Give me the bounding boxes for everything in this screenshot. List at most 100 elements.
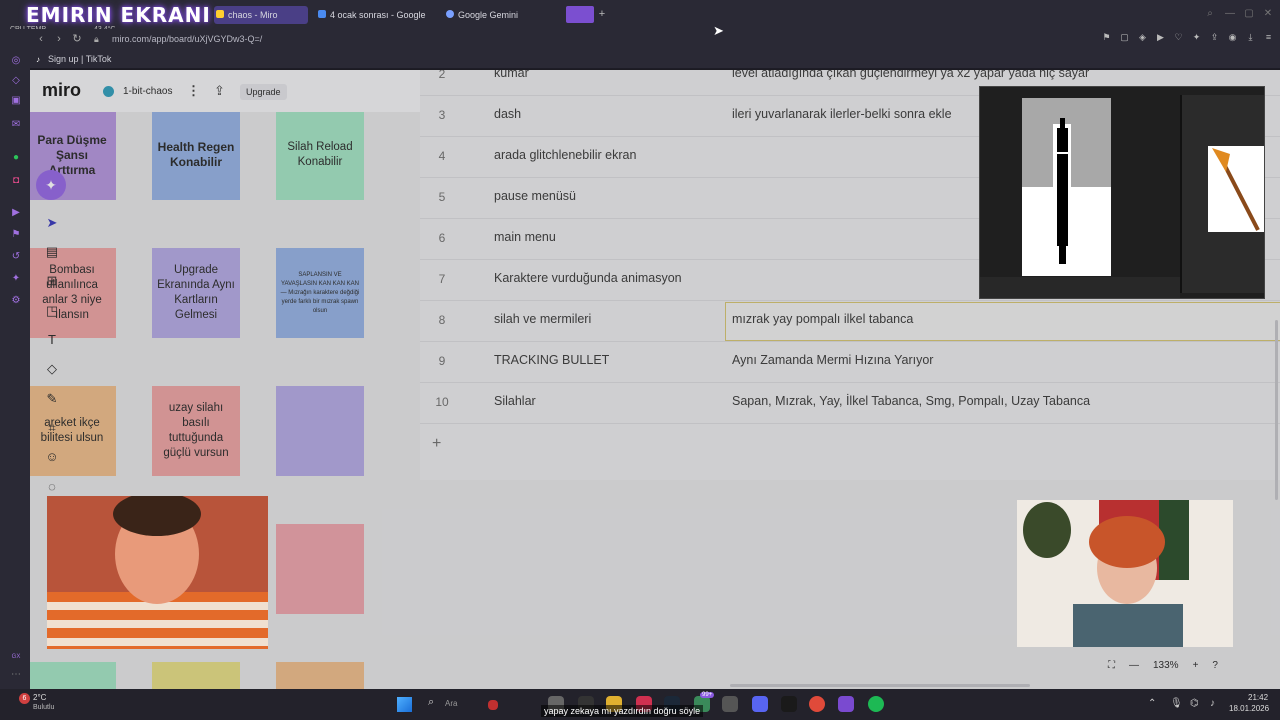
youtube-icon[interactable] — [488, 700, 498, 710]
tray-chevron-icon[interactable]: ⌃ — [1148, 698, 1156, 709]
taskbar-search[interactable]: Ara — [445, 699, 457, 708]
heart-icon[interactable]: ♡ — [1173, 32, 1184, 43]
weather-temp[interactable]: 2°C — [33, 693, 46, 702]
discord-icon[interactable] — [752, 696, 768, 712]
row-description[interactable]: mızrak yay pompalı ilkel tabanca — [732, 312, 913, 326]
extensions-sidebar-icon[interactable]: ✦ — [10, 273, 22, 285]
gx-icon[interactable]: GX — [10, 651, 22, 663]
row-description[interactable]: ileri yuvarlanarak ilerler-belki sonra e… — [732, 107, 952, 121]
start-icon[interactable] — [397, 697, 412, 712]
workspace-icon[interactable]: ▣ — [10, 95, 22, 107]
screenshot-icon[interactable]: ▢ — [1119, 32, 1130, 43]
board-menu-icon[interactable]: ⋮ — [187, 83, 200, 99]
instagram-icon[interactable]: ◘ — [10, 175, 22, 187]
fit-frame-icon[interactable]: ⛶ — [1108, 655, 1115, 677]
row-name[interactable]: Silahlar — [494, 394, 536, 408]
more-icon[interactable]: ⋯ — [10, 669, 22, 681]
row-description[interactable]: level atladığında çıkan güçlendirmeyi ya… — [732, 70, 1089, 80]
twitch-icon[interactable] — [838, 696, 854, 712]
clock-date[interactable]: 18.01.2026 — [1229, 704, 1269, 713]
sticky-note[interactable]: Upgrade Ekranında Aynı Kartların Gelmesi — [152, 248, 240, 338]
shield-icon[interactable]: ◈ — [1137, 32, 1148, 43]
messenger-icon[interactable]: ✉ — [10, 119, 22, 131]
vertical-scrollbar[interactable] — [1275, 320, 1278, 500]
extensions-icon[interactable]: ✦ — [1191, 32, 1202, 43]
emoji-tool-icon[interactable]: ☺ — [43, 448, 61, 466]
search-tabs-icon[interactable]: ⌕ — [1204, 8, 1216, 20]
spotify-icon[interactable] — [868, 696, 884, 712]
clock-time[interactable]: 21:42 — [1248, 693, 1268, 702]
url-field[interactable]: miro.com/app/board/uXjVGYDw3-Q=/ — [112, 32, 262, 46]
row-name[interactable]: silah ve mermileri — [494, 312, 591, 326]
text-tool-icon[interactable]: T — [43, 331, 61, 349]
play-icon[interactable]: ▶ — [1155, 32, 1166, 43]
export-icon[interactable]: ⇪ — [214, 83, 225, 99]
pinboard-icon[interactable]: ⚑ — [10, 229, 22, 241]
history-icon[interactable]: ↺ — [10, 251, 22, 263]
select-tool-icon[interactable]: ➤ — [43, 214, 61, 232]
comment-tool-icon[interactable]: ◌ — [43, 478, 61, 496]
table-row[interactable]: 10 Silahlar Sapan, Mızrak, Yay, İlkel Ta… — [420, 383, 1280, 424]
row-name[interactable]: kumar — [494, 70, 529, 80]
tab-google-docs[interactable]: 4 ocak sonrası - Google D — [316, 6, 428, 24]
sticky-note[interactable] — [152, 662, 240, 689]
chrome-icon[interactable] — [809, 696, 825, 712]
whatsapp-icon[interactable]: ● — [10, 152, 22, 164]
sticky-note[interactable]: Health Regen Konabilir — [152, 110, 240, 200]
player-icon[interactable]: ▶ — [10, 207, 22, 219]
weather-condition[interactable]: Bulutlu — [33, 704, 54, 711]
ai-sparkle-button[interactable]: ✦ — [36, 170, 66, 200]
table-row[interactable]: 9 TRACKING BULLET Aynı Zamanda Mermi Hız… — [420, 342, 1280, 383]
sticky-note[interactable] — [276, 386, 364, 476]
row-name[interactable]: arada glitchlenebilir ekran — [494, 148, 636, 162]
table-tool-icon[interactable]: ⊞ — [43, 272, 61, 290]
zoom-out-icon[interactable]: — — [1129, 655, 1139, 677]
table-row[interactable]: 8 silah ve mermileri mızrak yay pompalı … — [420, 301, 1280, 342]
sticky-note[interactable] — [276, 662, 364, 689]
volume-icon[interactable]: ♪ — [1210, 698, 1215, 709]
sticky-note[interactable]: Silah Reload Konabilir — [276, 110, 364, 200]
shapes-tool-icon[interactable]: ◇ — [43, 360, 61, 378]
back-icon[interactable]: ‹ — [34, 32, 48, 46]
settings-icon[interactable]: ⚙ — [10, 295, 22, 307]
row-name[interactable]: dash — [494, 107, 521, 121]
reload-icon[interactable]: ↻ — [70, 32, 84, 46]
bookmark-icon[interactable]: ⚑ — [1101, 32, 1112, 43]
row-description[interactable]: Sapan, Mızrak, Yay, İlkel Tabanca, Smg, … — [732, 394, 1090, 408]
row-name[interactable]: main menu — [494, 230, 556, 244]
tab-miro[interactable]: chaos - Miro — [214, 6, 308, 24]
microphone-icon[interactable]: 🎙︎ — [1170, 698, 1183, 709]
row-name[interactable]: pause menüsü — [494, 189, 576, 203]
row-description[interactable]: Aynı Zamanda Mermi Hızına Yarıyor — [732, 353, 933, 367]
sticky-note-tool-icon[interactable]: ◳ — [43, 302, 61, 320]
settings-app-icon[interactable] — [722, 696, 738, 712]
search-icon[interactable]: ⌕ — [428, 696, 434, 709]
close-icon[interactable]: ✕ — [1262, 8, 1274, 20]
horizontal-scrollbar[interactable] — [730, 684, 1030, 687]
sticky-note[interactable] — [276, 524, 364, 614]
sticky-note[interactable]: uzay silahı basılı tuttuğunda güçlü vurs… — [152, 386, 240, 476]
app-icon[interactable] — [781, 696, 797, 712]
help-icon[interactable]: ? — [1212, 655, 1218, 677]
row-name[interactable]: Karaktere vurduğunda animasyon — [494, 271, 682, 285]
profile-icon[interactable]: ◉ — [1227, 32, 1238, 43]
upgrade-button[interactable]: Upgrade — [240, 84, 287, 100]
tab-placeholder[interactable] — [566, 6, 594, 23]
bookmark-tiktok[interactable]: ♪ Sign up | TikTok — [36, 53, 111, 66]
flow-icon[interactable]: ◇ — [10, 75, 22, 87]
zoom-in-icon[interactable]: + — [1193, 655, 1199, 677]
miro-logo[interactable]: miro — [42, 80, 81, 101]
sticky-note[interactable] — [30, 662, 116, 689]
add-row-icon[interactable]: + — [432, 435, 441, 453]
forward-icon[interactable]: › — [52, 32, 66, 46]
new-tab-icon[interactable]: + — [596, 8, 608, 20]
tab-gemini[interactable]: Google Gemini — [444, 6, 554, 24]
share-icon[interactable]: ⇪ — [1209, 32, 1220, 43]
network-icon[interactable]: ⌬ — [1190, 698, 1199, 709]
frame-tool-icon[interactable]: ⌗ — [43, 419, 61, 437]
download-icon[interactable]: ⤓ — [1245, 32, 1256, 43]
minimize-icon[interactable]: — — [1224, 8, 1236, 20]
menu-icon[interactable]: ≡ — [1263, 32, 1274, 43]
row-name[interactable]: TRACKING BULLET — [494, 353, 609, 367]
maximize-icon[interactable]: ▢ — [1243, 8, 1255, 20]
